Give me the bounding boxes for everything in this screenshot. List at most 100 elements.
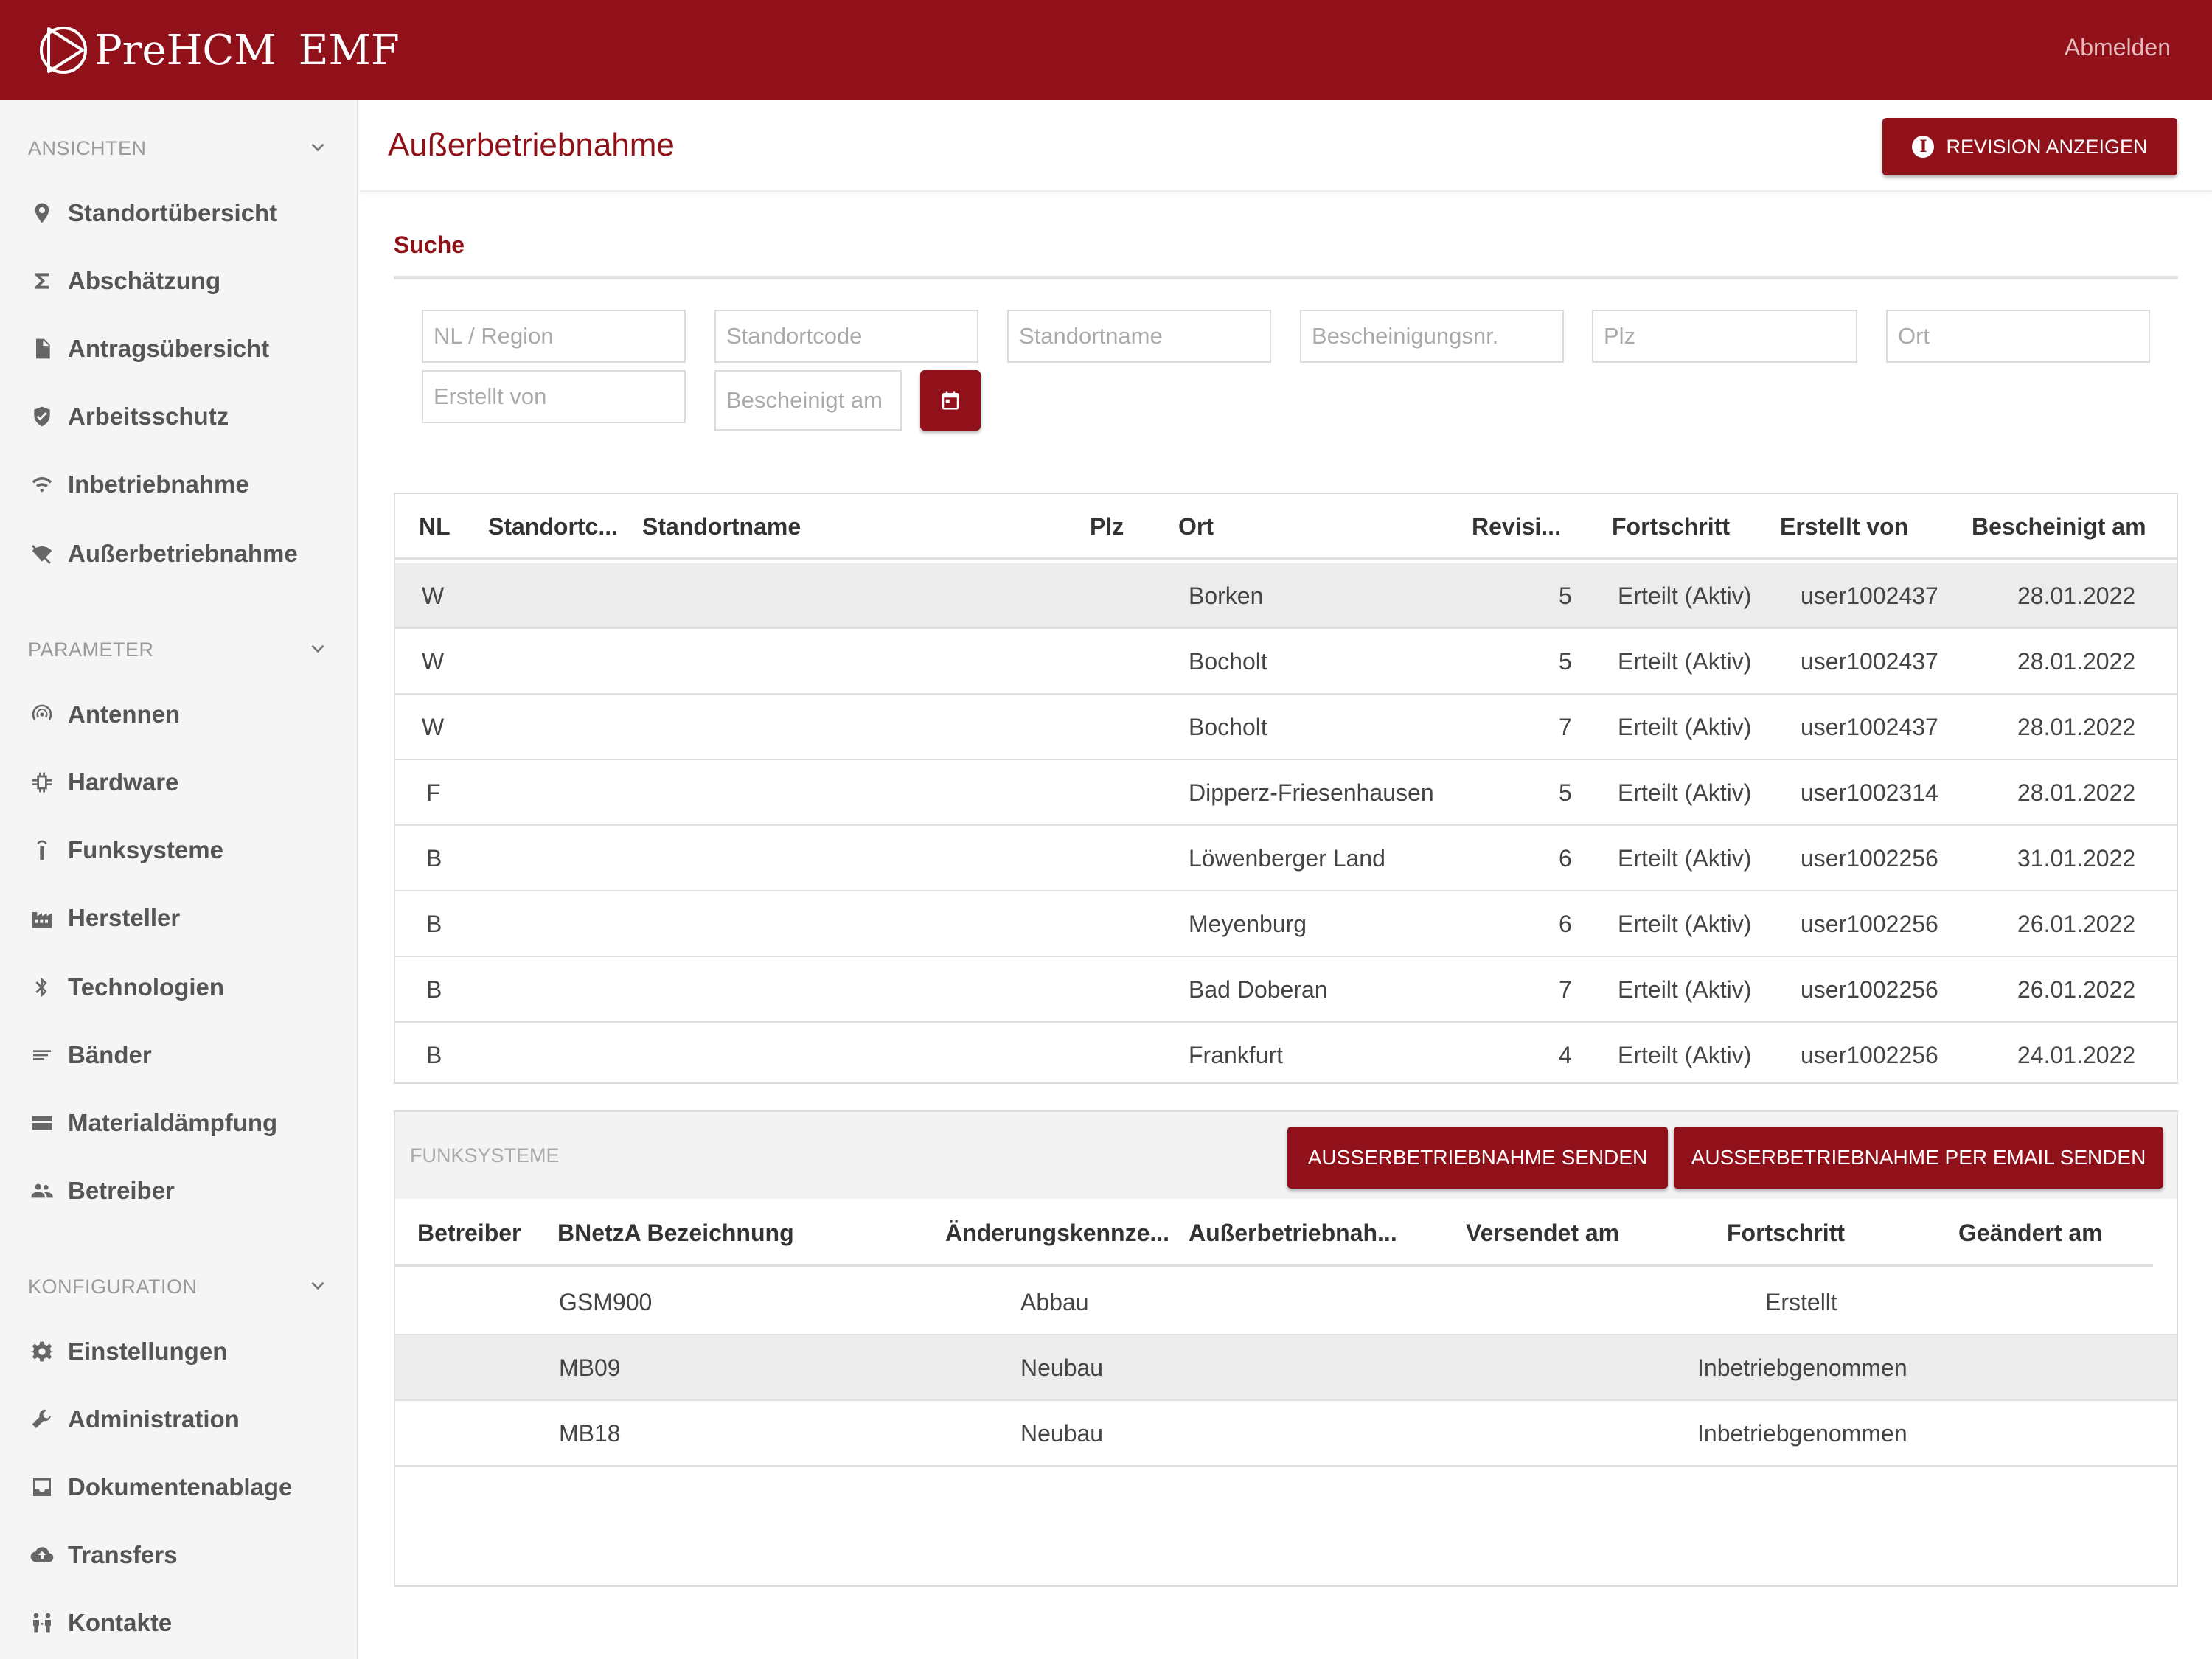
top-bar: PreHCM EMF Abmelden — [0, 0, 2212, 100]
sidebar-item-inbetriebnahme[interactable]: Inbetriebnahme — [28, 470, 249, 498]
table-row[interactable]: B Meyenburg 6 Erteilt (Aktiv) user100225… — [395, 891, 2177, 957]
sidebar-item-hardware[interactable]: Hardware — [28, 768, 178, 796]
sidebar-item-administration[interactable]: Administration — [28, 1405, 240, 1433]
sidebar-item-betreiber[interactable]: Betreiber — [28, 1177, 175, 1205]
sidebar-item-technologien[interactable]: Technologien — [28, 973, 224, 1001]
column-header-plz[interactable]: Plz — [1090, 513, 1124, 540]
table-row[interactable]: W Bocholt 7 Erteilt (Aktiv) user1002437 … — [395, 695, 2177, 760]
sidebar-section-ansichten[interactable]: ANSICHTEN — [28, 137, 330, 160]
standortname-input[interactable] — [1007, 310, 1271, 363]
table-row[interactable]: B Frankfurt 4 Erteilt (Aktiv) user100225… — [395, 1023, 2177, 1088]
column-header-revision[interactable]: Revisi... — [1472, 513, 1561, 540]
sidebar-item-hersteller[interactable]: Hersteller — [28, 904, 180, 932]
sigma-icon — [28, 267, 56, 295]
sidebar-item-dokumentenablage[interactable]: Dokumentenablage — [28, 1473, 292, 1501]
table-row[interactable]: MB09 Neubau Inbetriebgenommen — [395, 1335, 2177, 1401]
column-header-fortschritt[interactable]: Fortschritt — [1727, 1220, 1845, 1247]
table-row[interactable]: B Bad Doberan 7 Erteilt (Aktiv) user1002… — [395, 957, 2177, 1023]
column-header-geaendert-am[interactable]: Geändert am — [1958, 1220, 2103, 1247]
column-header-aenderungskennzeichen[interactable]: Änderungskennze... — [945, 1220, 1169, 1247]
table-row[interactable]: W Bocholt 5 Erteilt (Aktiv) user1002437 … — [395, 629, 2177, 695]
column-header-ort[interactable]: Ort — [1178, 513, 1214, 540]
sidebar-item-abschaetzung[interactable]: Abschätzung — [28, 267, 220, 295]
column-header-erstellt-von[interactable]: Erstellt von — [1780, 513, 1908, 540]
antenna-icon — [28, 700, 56, 728]
sidebar: ANSICHTEN Standortübersicht Abschätzung … — [0, 100, 358, 1659]
inbox-icon — [28, 1473, 56, 1501]
sidebar-item-funksysteme[interactable]: Funksysteme — [28, 836, 223, 864]
table-row[interactable]: B Löwenberger Land 6 Erteilt (Aktiv) use… — [395, 826, 2177, 891]
chevron-down-icon — [308, 639, 330, 661]
app-logo[interactable]: PreHCM EMF — [37, 19, 400, 81]
sites-table-header: NL Standortc... Standortname Plz Ort Rev… — [395, 494, 2177, 560]
shield-check-icon — [28, 403, 56, 431]
column-header-ausserbetriebnahme[interactable]: Außerbetriebnah... — [1189, 1220, 1397, 1247]
column-header-bnetza-bezeichnung[interactable]: BNetzA Bezeichnung — [557, 1220, 794, 1247]
page-header: Außerbetriebnahme i REVISION ANZEIGEN — [360, 100, 2212, 192]
table-row[interactable]: GSM900 Abbau Erstellt — [395, 1270, 2177, 1335]
sidebar-item-einstellungen[interactable]: Einstellungen — [28, 1338, 227, 1366]
contacts-icon — [28, 1609, 56, 1637]
sites-table: NL Standortc... Standortname Plz Ort Rev… — [394, 493, 2178, 1084]
lines-icon — [28, 1041, 56, 1069]
funksysteme-table-header: Betreiber BNetzA Bezeichnung Änderungske… — [395, 1199, 2153, 1267]
funksysteme-toolbar: FUNKSYSTEME AUSSERBETRIEBNAHME SENDEN AU… — [395, 1112, 2177, 1199]
info-icon: i — [1912, 136, 1935, 158]
send-ausserbetriebnahme-email-button[interactable]: AUSSERBETRIEBNAHME PER EMAIL SENDEN — [1674, 1127, 2163, 1189]
column-header-betreiber[interactable]: Betreiber — [417, 1220, 521, 1247]
logout-link[interactable]: Abmelden — [2065, 34, 2171, 61]
ort-input[interactable] — [1886, 310, 2150, 363]
map-pin-icon — [28, 199, 56, 227]
sidebar-item-antragsuebersicht[interactable]: Antragsübersicht — [28, 335, 269, 363]
plz-input[interactable] — [1592, 310, 1857, 363]
funksysteme-label: FUNKSYSTEME — [410, 1144, 560, 1166]
sidebar-item-transfers[interactable]: Transfers — [28, 1541, 178, 1569]
people-icon — [28, 1177, 56, 1205]
column-header-bescheinigt-am[interactable]: Bescheinigt am — [1972, 513, 2146, 540]
wifi-off-icon — [28, 540, 56, 568]
standortcode-input[interactable] — [714, 310, 978, 363]
bluetooth-icon — [28, 973, 56, 1001]
cloud-upload-icon — [28, 1541, 56, 1569]
wrench-icon — [28, 1405, 56, 1433]
revision-button[interactable]: i REVISION ANZEIGEN — [1882, 118, 2177, 175]
calendar-icon — [942, 391, 959, 410]
bescheinigungsnr-input[interactable] — [1300, 310, 1564, 363]
page-title: Außerbetriebnahme — [388, 127, 675, 163]
table-row[interactable]: W Borken 5 Erteilt (Aktiv) user1002437 2… — [395, 563, 2177, 629]
column-header-nl[interactable]: NL — [419, 513, 451, 540]
wifi-icon — [28, 470, 56, 498]
sidebar-item-ausserbetriebnahme[interactable]: Außerbetriebnahme — [28, 540, 298, 568]
chevron-down-icon — [308, 1276, 330, 1298]
table-row[interactable]: MB18 Neubau Inbetriebgenommen — [395, 1401, 2177, 1467]
column-header-standortcode[interactable]: Standortc... — [488, 513, 618, 540]
column-header-versendet-am[interactable]: Versendet am — [1466, 1220, 1619, 1247]
column-header-standortname[interactable]: Standortname — [642, 513, 801, 540]
send-ausserbetriebnahme-button[interactable]: AUSSERBETRIEBNAHME SENDEN — [1287, 1127, 1668, 1189]
wall-icon — [28, 1109, 56, 1137]
sidebar-item-antennen[interactable]: Antennen — [28, 700, 180, 728]
sidebar-item-kontakte[interactable]: Kontakte — [28, 1609, 172, 1637]
erstellt-von-input[interactable] — [422, 370, 686, 423]
radio-tower-icon — [28, 836, 56, 864]
document-icon — [28, 335, 56, 363]
brand-name: PreHCM EMF — [94, 26, 400, 74]
sidebar-item-materialdaempfung[interactable]: Materialdämpfung — [28, 1109, 277, 1137]
sidebar-item-baender[interactable]: Bänder — [28, 1041, 152, 1069]
bescheinigt-am-input[interactable] — [714, 370, 902, 431]
sidebar-item-arbeitsschutz[interactable]: Arbeitsschutz — [28, 403, 229, 431]
sidebar-section-parameter[interactable]: PARAMETER — [28, 639, 330, 661]
sidebar-item-standortuebersicht[interactable]: Standortübersicht — [28, 199, 277, 227]
search-section-title: Suche — [394, 232, 465, 258]
funksysteme-panel: FUNKSYSTEME AUSSERBETRIEBNAHME SENDEN AU… — [394, 1110, 2178, 1587]
column-header-fortschritt[interactable]: Fortschritt — [1612, 513, 1730, 540]
chip-icon — [28, 768, 56, 796]
sidebar-section-konfiguration[interactable]: KONFIGURATION — [28, 1276, 330, 1298]
search-divider — [394, 276, 2178, 279]
factory-icon — [28, 904, 56, 932]
logo-icon — [40, 27, 87, 74]
nl-region-input[interactable] — [422, 310, 686, 363]
table-row[interactable]: F Dipperz-Friesenhausen 5 Erteilt (Aktiv… — [395, 760, 2177, 826]
calendar-button[interactable] — [920, 370, 981, 431]
main-content: Außerbetriebnahme i REVISION ANZEIGEN Su… — [360, 100, 2212, 1659]
